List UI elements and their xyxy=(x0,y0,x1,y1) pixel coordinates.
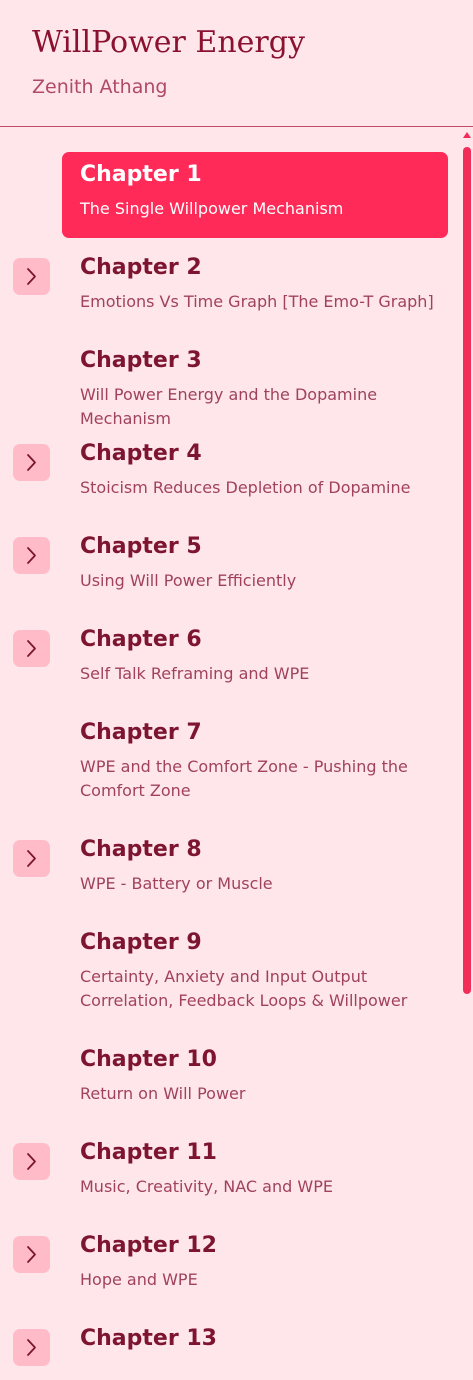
chapter-subtitle: Emotions Vs Time Graph [The Emo-T Graph] xyxy=(80,292,434,311)
chevron-right-icon xyxy=(27,268,36,285)
book-title: WillPower Energy xyxy=(32,25,305,60)
chapter-title: Chapter 8 xyxy=(80,837,202,862)
expand-chapter-13-button[interactable] xyxy=(13,1329,50,1366)
expand-chapter-6-button[interactable] xyxy=(13,630,50,667)
chapter-subtitle: The Single Willpower Mechanism xyxy=(80,199,344,218)
chapter-title: Chapter 1 xyxy=(80,162,202,187)
chevron-right-icon xyxy=(27,1339,36,1356)
scroll-up-icon[interactable] xyxy=(462,131,472,139)
chapter-item-3[interactable]: Chapter 3 Will Power Energy and the Dopam… xyxy=(62,338,448,428)
chapter-item-12[interactable]: Chapter 12 Hope and WPE xyxy=(62,1223,448,1309)
expand-chapter-11-button[interactable] xyxy=(13,1143,50,1180)
chapter-item-11[interactable]: Chapter 11 Music, Creativity, NAC and WPE xyxy=(62,1130,448,1216)
chapter-item-13[interactable]: Chapter 13 xyxy=(62,1316,448,1380)
chevron-right-icon xyxy=(27,850,36,867)
chapter-item-9[interactable]: Chapter 9 Certainty, Anxiety and Input Ou… xyxy=(62,920,448,1030)
book-header: WillPower Energy Zenith Athang xyxy=(0,0,473,127)
chapter-title: Chapter 13 xyxy=(80,1326,217,1351)
expand-chapter-12-button[interactable] xyxy=(13,1236,50,1273)
chapter-item-8[interactable]: Chapter 8 WPE - Battery or Muscle xyxy=(62,827,448,913)
chevron-right-icon xyxy=(27,640,36,657)
chapter-subtitle: Using Will Power Efficiently xyxy=(80,571,297,590)
chapter-subtitle: Music, Creativity, NAC and WPE xyxy=(80,1177,333,1196)
expand-chapter-5-button[interactable] xyxy=(13,537,50,574)
chapter-subtitle: Self Talk Reframing and WPE xyxy=(80,664,310,683)
chapter-title: Chapter 9 xyxy=(80,930,202,955)
chapter-subtitle: Hope and WPE xyxy=(80,1270,198,1289)
chapter-subtitle: Will Power Energy and the Dopamine Mecha… xyxy=(80,385,378,428)
chapter-subtitle: Return on Will Power xyxy=(80,1084,246,1103)
chevron-right-icon xyxy=(27,454,36,471)
chapter-title: Chapter 5 xyxy=(80,534,202,559)
chapter-title: Chapter 4 xyxy=(80,441,202,466)
chevron-right-icon xyxy=(27,1153,36,1170)
expand-chapter-4-button[interactable] xyxy=(13,444,50,481)
chapter-title: Chapter 10 xyxy=(80,1047,217,1072)
chapter-item-4[interactable]: Chapter 4 Stoicism Reduces Depletion of D… xyxy=(62,431,448,517)
chapter-subtitle: Stoicism Reduces Depletion of Dopamine xyxy=(80,478,411,497)
scrollbar-thumb[interactable] xyxy=(463,147,471,994)
chapter-title: Chapter 7 xyxy=(80,720,202,745)
chapter-title: Chapter 12 xyxy=(80,1233,217,1258)
chapter-subtitle: Certainty, Anxiety and Input Output Corr… xyxy=(80,967,408,1010)
chapter-list[interactable]: Chapter 1 The Single Willpower Mechanism C… xyxy=(0,128,473,1380)
chapter-subtitle: WPE and the Comfort Zone - Pushing the C… xyxy=(80,757,408,800)
chapter-item-7[interactable]: Chapter 7 WPE and the Comfort Zone - Push… xyxy=(62,710,448,820)
book-author: Zenith Athang xyxy=(32,76,168,98)
chapter-item-5[interactable]: Chapter 5 Using Will Power Efficiently xyxy=(62,524,448,610)
chapter-item-10[interactable]: Chapter 10 Return on Will Power xyxy=(62,1037,448,1123)
chapter-subtitle: WPE - Battery or Muscle xyxy=(80,874,273,893)
chapter-item-1[interactable]: Chapter 1 The Single Willpower Mechanism xyxy=(62,152,448,238)
chevron-right-icon xyxy=(27,547,36,564)
chapter-title: Chapter 2 xyxy=(80,255,202,280)
expand-chapter-8-button[interactable] xyxy=(13,840,50,877)
chapter-item-6[interactable]: Chapter 6 Self Talk Reframing and WPE xyxy=(62,617,448,703)
chapter-title: Chapter 11 xyxy=(80,1140,217,1165)
chapter-title: Chapter 6 xyxy=(80,627,202,652)
expand-chapter-2-button[interactable] xyxy=(13,258,50,295)
chapter-item-2[interactable]: Chapter 2 Emotions Vs Time Graph [The Emo… xyxy=(62,245,448,331)
chapter-title: Chapter 3 xyxy=(80,348,202,373)
chevron-right-icon xyxy=(27,1246,36,1263)
